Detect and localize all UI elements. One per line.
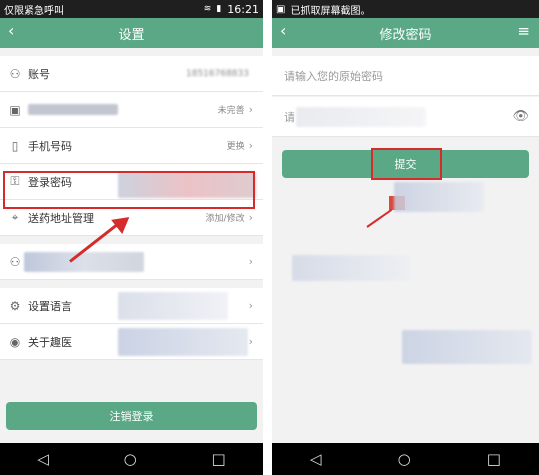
change-password-screen: ▣ 已抓取屏幕截图。 ‹ 修改密码 ≡ 请输入您的原始密码 请 👁 提交 ◁ ○… (272, 0, 539, 475)
menu-icon[interactable]: ≡ (517, 22, 530, 40)
android-nav-bar: ◁ ○ □ (0, 443, 263, 475)
new-password-placeholder: 请 (284, 110, 295, 124)
phone-row[interactable]: ▯ 手机号码 更换 › (0, 128, 263, 164)
chevron-right-icon: › (248, 103, 253, 116)
clock: 16:21 (227, 2, 259, 16)
redacted-block (118, 292, 228, 320)
account-row[interactable]: ⚇ 账号 18516768833 (0, 56, 263, 92)
about-row[interactable]: ◉ 关于趣医 › (0, 324, 263, 360)
gear-icon: ⚙ (9, 298, 21, 313)
redacted-block (292, 255, 412, 281)
redacted-block (118, 328, 248, 356)
card-icon: ▣ (9, 102, 21, 117)
redacted-block (296, 107, 426, 127)
chevron-right-icon: › (248, 255, 253, 268)
screenshot-icon: ▣ (276, 3, 286, 15)
new-password-field[interactable]: 请 👁 (272, 97, 539, 137)
back-arrow-icon[interactable]: ‹ (8, 21, 14, 40)
logout-button[interactable]: 注销登录 (6, 402, 257, 430)
wifi-icon: ≋ (203, 4, 212, 14)
status-bar: 仅限紧急呼叫 ≋ ▮ 16:21 (0, 0, 263, 18)
screenshot-notice: 已抓取屏幕截图。 (290, 5, 371, 17)
nav-recent-icon[interactable]: □ (211, 450, 225, 468)
account-label: 账号 (28, 67, 50, 81)
user-icon: ⚇ (9, 254, 21, 269)
user-icon: ⚇ (9, 66, 21, 81)
profile-status: 未完善 (217, 106, 245, 116)
back-arrow-icon[interactable]: ‹ (280, 21, 286, 40)
nav-home-icon[interactable]: ○ (124, 450, 137, 468)
nav-back-icon[interactable]: ◁ (310, 450, 322, 468)
nav-home-icon[interactable]: ○ (398, 450, 411, 468)
old-password-field[interactable]: 请输入您的原始密码 (272, 56, 539, 96)
redacted-block (28, 104, 118, 115)
redacted-block (394, 182, 484, 212)
battery-icon: ▮ (216, 4, 222, 14)
phone-icon: ▯ (11, 138, 19, 153)
about-icon: ◉ (9, 334, 21, 349)
chevron-right-icon: › (248, 139, 253, 152)
settings-header: ‹ 设置 (0, 18, 263, 48)
account-value: 18516768833 (186, 68, 249, 79)
status-bar: ▣ 已抓取屏幕截图。 (272, 0, 539, 18)
chevron-right-icon: › (248, 299, 253, 312)
delivery-address-action: 添加/修改 (205, 214, 245, 224)
page-title: 设置 (118, 27, 145, 43)
eye-icon[interactable]: 👁 (512, 109, 529, 124)
settings-screen: 仅限紧急呼叫 ≋ ▮ 16:21 ‹ 设置 ⚇ 账号 18516768833 ▣… (0, 0, 263, 475)
chevron-right-icon: › (248, 335, 253, 348)
highlight-box (3, 171, 255, 209)
android-nav-bar: ◁ ○ □ (272, 443, 539, 475)
page-title: 修改密码 (379, 27, 432, 43)
nav-back-icon[interactable]: ◁ (37, 450, 49, 468)
contact-row[interactable]: ⚇ › (0, 244, 263, 280)
redacted-block (24, 252, 144, 272)
carrier-text: 仅限紧急呼叫 (4, 5, 64, 17)
highlight-box (371, 148, 442, 180)
profile-row[interactable]: ▣ 未完善 › (0, 92, 263, 128)
annotation-arrow (366, 208, 393, 228)
change-password-header: ‹ 修改密码 ≡ (272, 18, 539, 48)
location-pin-icon: ⌖ (11, 210, 19, 224)
chevron-right-icon: › (248, 211, 253, 224)
phone-change: 更换 (226, 142, 245, 152)
language-row[interactable]: ⚙ 设置语言 › (0, 288, 263, 324)
redacted-block (402, 330, 532, 364)
nav-recent-icon[interactable]: □ (487, 450, 501, 468)
old-password-placeholder: 请输入您的原始密码 (284, 69, 383, 83)
phone-label: 手机号码 (28, 139, 72, 153)
